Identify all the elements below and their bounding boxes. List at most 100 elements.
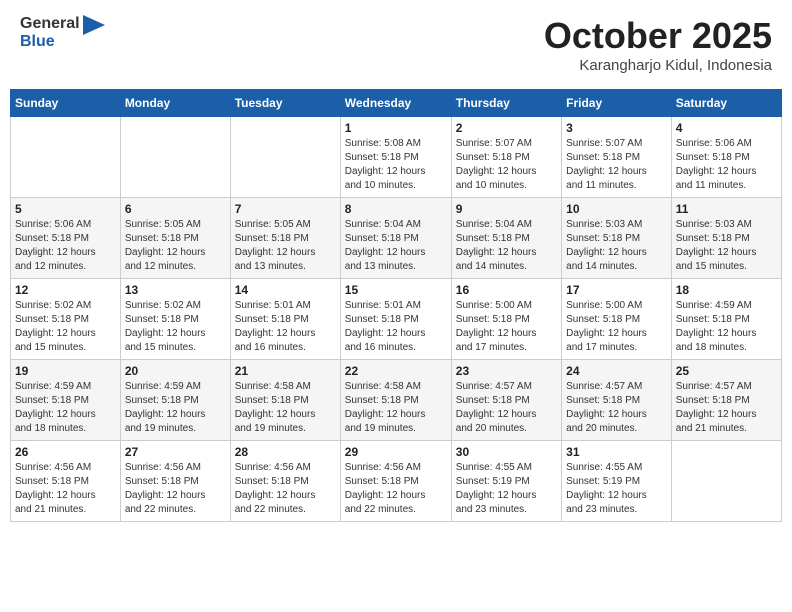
day-number: 5 [15,202,116,216]
calendar-cell: 24 Sunrise: 4:57 AMSunset: 5:18 PMDayligh… [562,360,672,441]
day-info: Sunrise: 4:56 AMSunset: 5:18 PMDaylight:… [345,461,447,517]
day-info: Sunrise: 4:57 AMSunset: 5:18 PMDaylight:… [566,380,667,436]
logo-general: General [20,15,80,33]
calendar-cell: 20 Sunrise: 4:59 AMSunset: 5:18 PMDayligh… [120,360,230,441]
day-info: Sunrise: 5:04 AMSunset: 5:18 PMDaylight:… [456,218,557,274]
day-number: 20 [125,364,226,378]
calendar-cell: 18 Sunrise: 4:59 AMSunset: 5:18 PMDayligh… [671,279,781,360]
day-number: 1 [345,121,447,135]
calendar-week-row: 19Sunrise: 4:59 AMSunset: 5:18 PMDayligh… [11,360,782,441]
day-info: Sunrise: 5:01 AMSunset: 5:18 PMDaylight:… [345,299,447,355]
day-number: 25 [676,364,777,378]
day-info: Sunrise: 5:00 AMSunset: 5:18 PMDaylight:… [456,299,557,355]
day-number: 10 [566,202,667,216]
calendar-cell: 16 Sunrise: 5:00 AMSunset: 5:18 PMDayligh… [451,279,561,360]
day-info: Sunrise: 4:57 AMSunset: 5:18 PMDaylight:… [676,380,777,436]
day-number: 16 [456,283,557,297]
calendar-cell: 3 Sunrise: 5:07 AMSunset: 5:18 PMDaylight… [562,117,672,198]
day-number: 4 [676,121,777,135]
day-number: 22 [345,364,447,378]
calendar-table: SundayMondayTuesdayWednesdayThursdayFrid… [10,89,782,522]
location: Karangharjo Kidul, Indonesia [544,57,772,74]
calendar-cell: 29Sunrise: 4:56 AMSunset: 5:18 PMDayligh… [340,441,451,522]
day-number: 15 [345,283,447,297]
day-number: 27 [125,445,226,459]
day-info: Sunrise: 5:05 AMSunset: 5:18 PMDaylight:… [235,218,336,274]
header-row: SundayMondayTuesdayWednesdayThursdayFrid… [11,90,782,117]
day-number: 14 [235,283,336,297]
calendar-cell: 11 Sunrise: 5:03 AMSunset: 5:18 PMDayligh… [671,198,781,279]
day-number: 3 [566,121,667,135]
calendar-cell: 2 Sunrise: 5:07 AMSunset: 5:18 PMDaylight… [451,117,561,198]
day-of-week-header: Wednesday [340,90,451,117]
day-info: Sunrise: 5:00 AMSunset: 5:18 PMDaylight:… [566,299,667,355]
calendar-week-row: 26 Sunrise: 4:56 AMSunset: 5:18 PMDayligh… [11,441,782,522]
day-info: Sunrise: 5:05 AMSunset: 5:18 PMDaylight:… [125,218,226,274]
day-info: Sunrise: 5:03 AMSunset: 5:18 PMDaylight:… [566,218,667,274]
calendar-cell: 25 Sunrise: 4:57 AMSunset: 5:18 PMDayligh… [671,360,781,441]
day-info: Sunrise: 4:56 AMSunset: 5:18 PMDaylight:… [235,461,336,517]
day-number: 23 [456,364,557,378]
calendar-cell [671,441,781,522]
day-number: 17 [566,283,667,297]
calendar-header: SundayMondayTuesdayWednesdayThursdayFrid… [11,90,782,117]
day-number: 8 [345,202,447,216]
day-info: Sunrise: 4:59 AMSunset: 5:18 PMDaylight:… [125,380,226,436]
day-number: 21 [235,364,336,378]
day-of-week-header: Friday [562,90,672,117]
day-number: 26 [15,445,116,459]
calendar-cell: 5 Sunrise: 5:06 AMSunset: 5:18 PMDaylight… [11,198,121,279]
calendar-body: 1 Sunrise: 5:08 AMSunset: 5:18 PMDaylight… [11,117,782,522]
calendar-cell: 31Sunrise: 4:55 AMSunset: 5:19 PMDayligh… [562,441,672,522]
calendar-cell [230,117,340,198]
day-info: Sunrise: 5:07 AMSunset: 5:18 PMDaylight:… [456,137,557,193]
day-of-week-header: Saturday [671,90,781,117]
day-number: 11 [676,202,777,216]
calendar-cell: 14 Sunrise: 5:01 AMSunset: 5:18 PMDayligh… [230,279,340,360]
page-header: General Blue October 2025 Karangharjo Ki… [10,10,782,79]
day-of-week-header: Monday [120,90,230,117]
day-info: Sunrise: 5:06 AMSunset: 5:18 PMDaylight:… [15,218,116,274]
calendar-cell: 22Sunrise: 4:58 AMSunset: 5:18 PMDayligh… [340,360,451,441]
day-info: Sunrise: 5:04 AMSunset: 5:18 PMDaylight:… [345,218,447,274]
day-number: 2 [456,121,557,135]
month-title: October 2025 [544,15,772,57]
day-number: 31 [566,445,667,459]
day-of-week-header: Thursday [451,90,561,117]
calendar-cell: 21Sunrise: 4:58 AMSunset: 5:18 PMDayligh… [230,360,340,441]
calendar-cell: 1 Sunrise: 5:08 AMSunset: 5:18 PMDaylight… [340,117,451,198]
calendar-cell: 30Sunrise: 4:55 AMSunset: 5:19 PMDayligh… [451,441,561,522]
month-info: October 2025 Karangharjo Kidul, Indonesi… [544,15,772,74]
day-number: 7 [235,202,336,216]
calendar-cell: 28Sunrise: 4:56 AMSunset: 5:18 PMDayligh… [230,441,340,522]
day-info: Sunrise: 5:01 AMSunset: 5:18 PMDaylight:… [235,299,336,355]
calendar-week-row: 12 Sunrise: 5:02 AMSunset: 5:18 PMDayligh… [11,279,782,360]
logo-blue: Blue [20,33,80,51]
calendar-cell: 27 Sunrise: 4:56 AMSunset: 5:18 PMDayligh… [120,441,230,522]
day-number: 12 [15,283,116,297]
calendar-cell: 23 Sunrise: 4:57 AMSunset: 5:18 PMDayligh… [451,360,561,441]
calendar-cell: 10 Sunrise: 5:03 AMSunset: 5:18 PMDayligh… [562,198,672,279]
day-info: Sunrise: 4:59 AMSunset: 5:18 PMDaylight:… [15,380,116,436]
day-info: Sunrise: 5:07 AMSunset: 5:18 PMDaylight:… [566,137,667,193]
day-info: Sunrise: 4:56 AMSunset: 5:18 PMDaylight:… [125,461,226,517]
day-number: 24 [566,364,667,378]
day-number: 9 [456,202,557,216]
calendar-cell: 8 Sunrise: 5:04 AMSunset: 5:18 PMDaylight… [340,198,451,279]
day-info: Sunrise: 5:06 AMSunset: 5:18 PMDaylight:… [676,137,777,193]
day-info: Sunrise: 5:02 AMSunset: 5:18 PMDaylight:… [15,299,116,355]
calendar-cell: 6Sunrise: 5:05 AMSunset: 5:18 PMDaylight… [120,198,230,279]
calendar-cell: 13 Sunrise: 5:02 AMSunset: 5:18 PMDayligh… [120,279,230,360]
day-number: 13 [125,283,226,297]
day-info: Sunrise: 4:59 AMSunset: 5:18 PMDaylight:… [676,299,777,355]
day-info: Sunrise: 5:02 AMSunset: 5:18 PMDaylight:… [125,299,226,355]
logo-icon [83,15,105,45]
day-info: Sunrise: 4:57 AMSunset: 5:18 PMDaylight:… [456,380,557,436]
calendar-week-row: 5 Sunrise: 5:06 AMSunset: 5:18 PMDaylight… [11,198,782,279]
day-info: Sunrise: 5:08 AMSunset: 5:18 PMDaylight:… [345,137,447,193]
logo: General Blue [20,15,105,50]
calendar-week-row: 1 Sunrise: 5:08 AMSunset: 5:18 PMDaylight… [11,117,782,198]
day-info: Sunrise: 4:56 AMSunset: 5:18 PMDaylight:… [15,461,116,517]
day-info: Sunrise: 5:03 AMSunset: 5:18 PMDaylight:… [676,218,777,274]
day-number: 18 [676,283,777,297]
